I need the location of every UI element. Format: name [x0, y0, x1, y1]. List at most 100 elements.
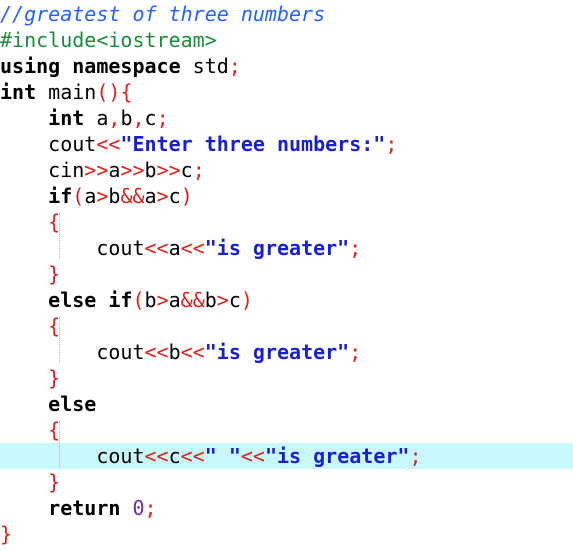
code-token: c [168, 444, 181, 468]
code-token: a [108, 158, 121, 182]
code-token: cin [0, 158, 85, 182]
code-token: } [0, 522, 13, 546]
code-line[interactable]: } [0, 261, 573, 287]
code-token: #include<iostream> [0, 28, 217, 52]
code-token: ) [240, 288, 253, 312]
code-token: cout [0, 132, 97, 156]
code-line[interactable]: //greatest of three numbers [0, 1, 573, 27]
code-token: } [48, 366, 61, 390]
code-token: a [84, 106, 109, 130]
code-token: << [180, 340, 205, 364]
code-token: } [48, 470, 61, 494]
code-token: a [144, 184, 157, 208]
code-token: ; [192, 158, 205, 182]
code-token: c [228, 288, 241, 312]
code-token: a [168, 236, 181, 260]
code-token: ; [349, 236, 362, 260]
code-line-current[interactable]: cout<<c<<" "<<"is greater"; [0, 443, 573, 469]
code-line[interactable]: cout<<b<<"is greater"; [0, 339, 573, 365]
code-token: , [132, 106, 145, 130]
code-line[interactable]: { [0, 417, 573, 443]
code-token: << [144, 236, 169, 260]
code-token: "is greater" [264, 444, 410, 468]
code-token: >> [120, 158, 145, 182]
indent-guide [59, 317, 60, 363]
code-token: > [156, 288, 169, 312]
code-token: << [240, 444, 265, 468]
code-line[interactable]: int main(){ [0, 79, 573, 105]
code-token: int [48, 106, 85, 130]
code-token: () [96, 80, 121, 104]
code-line[interactable]: #include<iostream> [0, 27, 573, 53]
code-token: << [180, 444, 205, 468]
code-token: ; [385, 132, 398, 156]
code-token: " " [204, 444, 241, 468]
code-token: && [180, 288, 205, 312]
code-line[interactable]: cin>>a>>b>>c; [0, 157, 573, 183]
code-line[interactable]: else if(b>a&&b>c) [0, 287, 573, 313]
code-line[interactable]: } [0, 521, 573, 547]
code-token: ( [132, 288, 145, 312]
code-token: int [0, 80, 37, 104]
code-token: && [120, 184, 145, 208]
code-line[interactable]: } [0, 365, 573, 391]
code-token: << [144, 444, 169, 468]
code-token: a [84, 184, 97, 208]
code-token: ; [228, 54, 241, 78]
code-token: ; [349, 340, 362, 364]
code-token: std [180, 54, 229, 78]
indent-guide [59, 213, 60, 259]
code-token: using namespace [0, 54, 181, 78]
code-token: ; [144, 496, 157, 520]
code-token: 0 [132, 496, 145, 520]
code-line[interactable]: return 0; [0, 495, 573, 521]
code-token: c [168, 184, 181, 208]
code-token: b [144, 288, 157, 312]
code-line[interactable]: cout<<a<<"is greater"; [0, 235, 573, 261]
code-token: > [96, 184, 109, 208]
code-line[interactable]: { [0, 313, 573, 339]
code-token: "is greater" [204, 340, 350, 364]
code-token: } [48, 262, 61, 286]
code-line[interactable]: } [0, 469, 573, 495]
code-token: > [156, 184, 169, 208]
code-token: main [36, 80, 97, 104]
code-editor[interactable]: //greatest of three numbers #include<iost… [0, 0, 573, 550]
code-token: cout [0, 340, 145, 364]
code-line[interactable]: cout<<"Enter three numbers:"; [0, 131, 573, 157]
code-line[interactable]: using namespace std; [0, 53, 573, 79]
code-token: , [108, 106, 121, 130]
code-token: //greatest of three numbers [0, 2, 326, 26]
code-token: else if [48, 288, 133, 312]
code-token: << [96, 132, 121, 156]
code-token: cout [0, 444, 145, 468]
code-token: << [180, 236, 205, 260]
code-line[interactable]: { [0, 209, 573, 235]
code-token: a [168, 288, 181, 312]
code-token: b [204, 288, 217, 312]
code-token: "is greater" [204, 236, 350, 260]
code-line[interactable]: if(a>b&&a>c) [0, 183, 573, 209]
code-token: "Enter three numbers:" [120, 132, 386, 156]
code-token: c [180, 158, 193, 182]
code-token: return [48, 496, 121, 520]
code-token: >> [156, 158, 181, 182]
code-token: b [144, 158, 157, 182]
code-line[interactable]: int a,b,c; [0, 105, 573, 131]
code-token: ( [72, 184, 85, 208]
code-line[interactable]: else [0, 391, 573, 417]
code-token: c [144, 106, 157, 130]
code-token: << [144, 340, 169, 364]
code-token: { [120, 80, 133, 104]
